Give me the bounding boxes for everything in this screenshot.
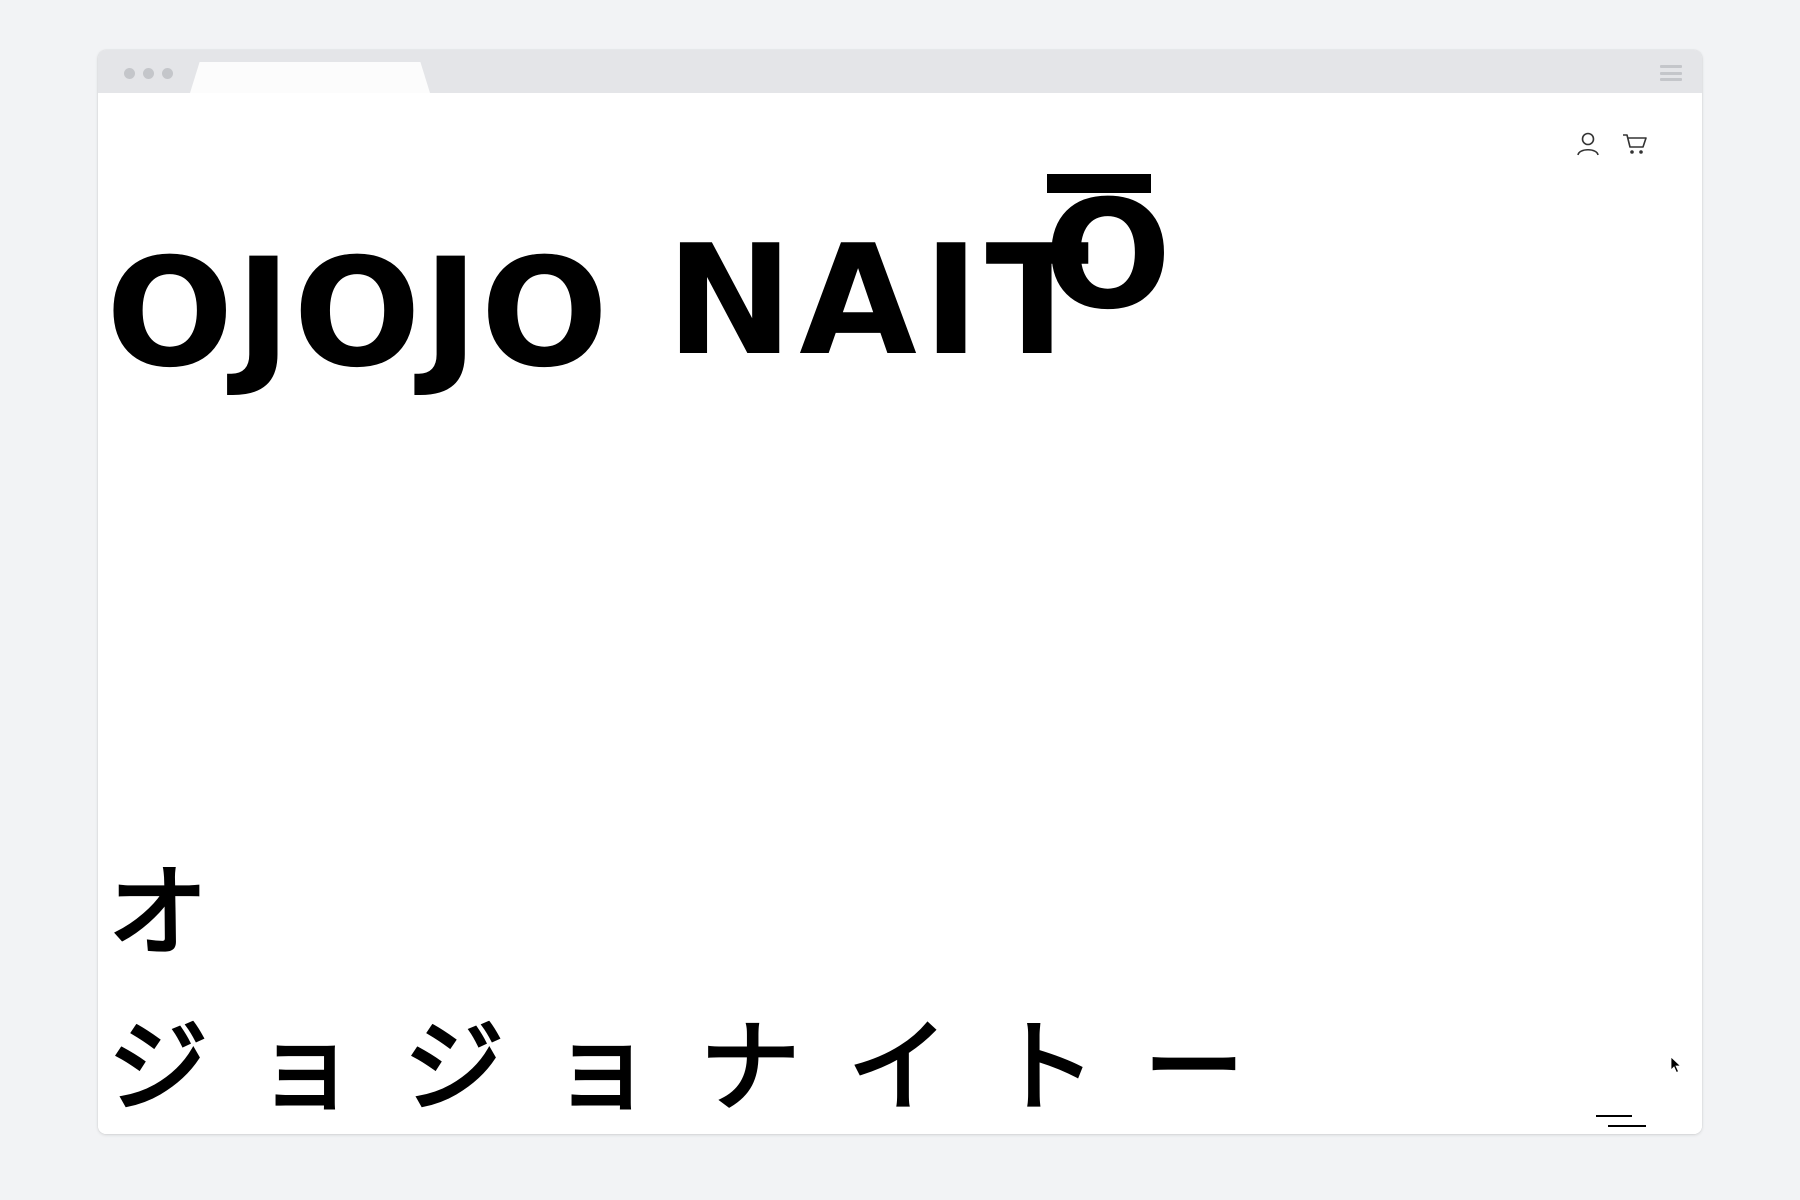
browser-tab-active[interactable] xyxy=(190,62,430,93)
browser-window: OJOJO NAIT O オ ジョジョナイトー xyxy=(98,50,1702,1134)
window-dot-icon[interactable] xyxy=(124,68,135,79)
user-icon[interactable] xyxy=(1576,131,1600,157)
window-dot-icon[interactable] xyxy=(143,68,154,79)
browser-menu-icon[interactable] xyxy=(1660,65,1682,81)
page-content: OJOJO NAIT O オ ジョジョナイトー xyxy=(98,93,1702,1134)
mouse-cursor-icon xyxy=(1670,1056,1682,1074)
brand-word-nait: NAIT xyxy=(666,212,1096,389)
browser-chrome-bar xyxy=(98,50,1702,93)
window-controls xyxy=(124,68,173,79)
site-menu-icon[interactable] xyxy=(1596,1115,1648,1129)
katakana-line-2: ジョジョナイトー xyxy=(108,1009,1292,1126)
cart-icon[interactable] xyxy=(1622,132,1648,156)
window-dot-icon[interactable] xyxy=(162,68,173,79)
header-actions xyxy=(1576,131,1648,157)
brand-logo[interactable]: OJOJO NAIT O xyxy=(106,153,1206,413)
katakana-line-1: オ xyxy=(108,854,208,971)
brand-word-ojojo: OJOJO xyxy=(106,227,611,401)
brand-word-o-macron: O xyxy=(1044,169,1172,343)
